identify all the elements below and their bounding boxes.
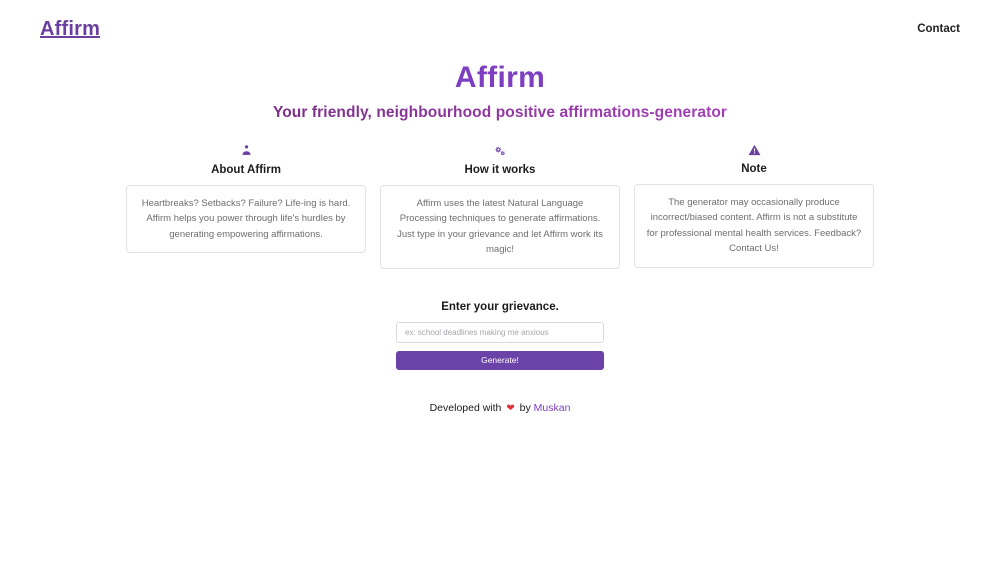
info-cards: About Affirm Heartbreaks? Setbacks? Fail… [0, 144, 1000, 269]
card-note: Note The generator may occasionally prod… [634, 144, 874, 269]
page-title: Affirm [454, 61, 546, 94]
card-how-it-works: How it works Affirm uses the latest Natu… [380, 144, 620, 269]
card-header: How it works [464, 144, 536, 178]
card-body: The generator may occasionally produce i… [634, 184, 874, 268]
card-body: Affirm uses the latest Natural Language … [380, 185, 620, 269]
warning-triangle-icon [741, 144, 767, 156]
hero-section: Affirm Your friendly, neighbourhood posi… [0, 60, 1000, 122]
card-title: About Affirm [211, 164, 281, 176]
card-text: Affirm uses the latest Natural Language … [397, 198, 603, 256]
hero-tagline: Your friendly, neighbourhood positive af… [0, 104, 1000, 122]
footer-middle: by [519, 401, 531, 414]
grievance-form: Enter your grievance. Generate! [0, 301, 1000, 370]
author-link[interactable]: Muskan [534, 402, 571, 414]
footer-prefix: Developed with [429, 401, 502, 414]
page-root: Affirm Contact Affirm Your friendly, nei… [0, 0, 1000, 563]
card-title: Note [741, 163, 767, 175]
card-text: Heartbreaks? Setbacks? Failure? Life-ing… [141, 198, 351, 240]
person-tech-icon [211, 144, 281, 157]
gears-icon [465, 144, 536, 157]
card-body: Heartbreaks? Setbacks? Failure? Life-ing… [126, 185, 366, 254]
grievance-label: Enter your grievance. [441, 300, 559, 313]
heart-icon: ❤ [506, 402, 515, 414]
nav-links: Contact [917, 23, 960, 35]
card-about-affirm: About Affirm Heartbreaks? Setbacks? Fail… [126, 144, 366, 269]
navbar: Affirm Contact [0, 0, 1000, 46]
brand-logo[interactable]: Affirm [40, 19, 100, 39]
card-header: About Affirm [211, 144, 281, 178]
card-header: Note [741, 144, 767, 177]
card-title: How it works [464, 164, 536, 176]
nav-link-contact[interactable]: Contact [917, 23, 960, 35]
generate-button[interactable]: Generate! [396, 350, 604, 370]
grievance-input[interactable] [396, 321, 604, 343]
card-text: The generator may occasionally produce i… [646, 197, 862, 255]
footer: Developed with ❤ by Muskan [0, 402, 1000, 414]
